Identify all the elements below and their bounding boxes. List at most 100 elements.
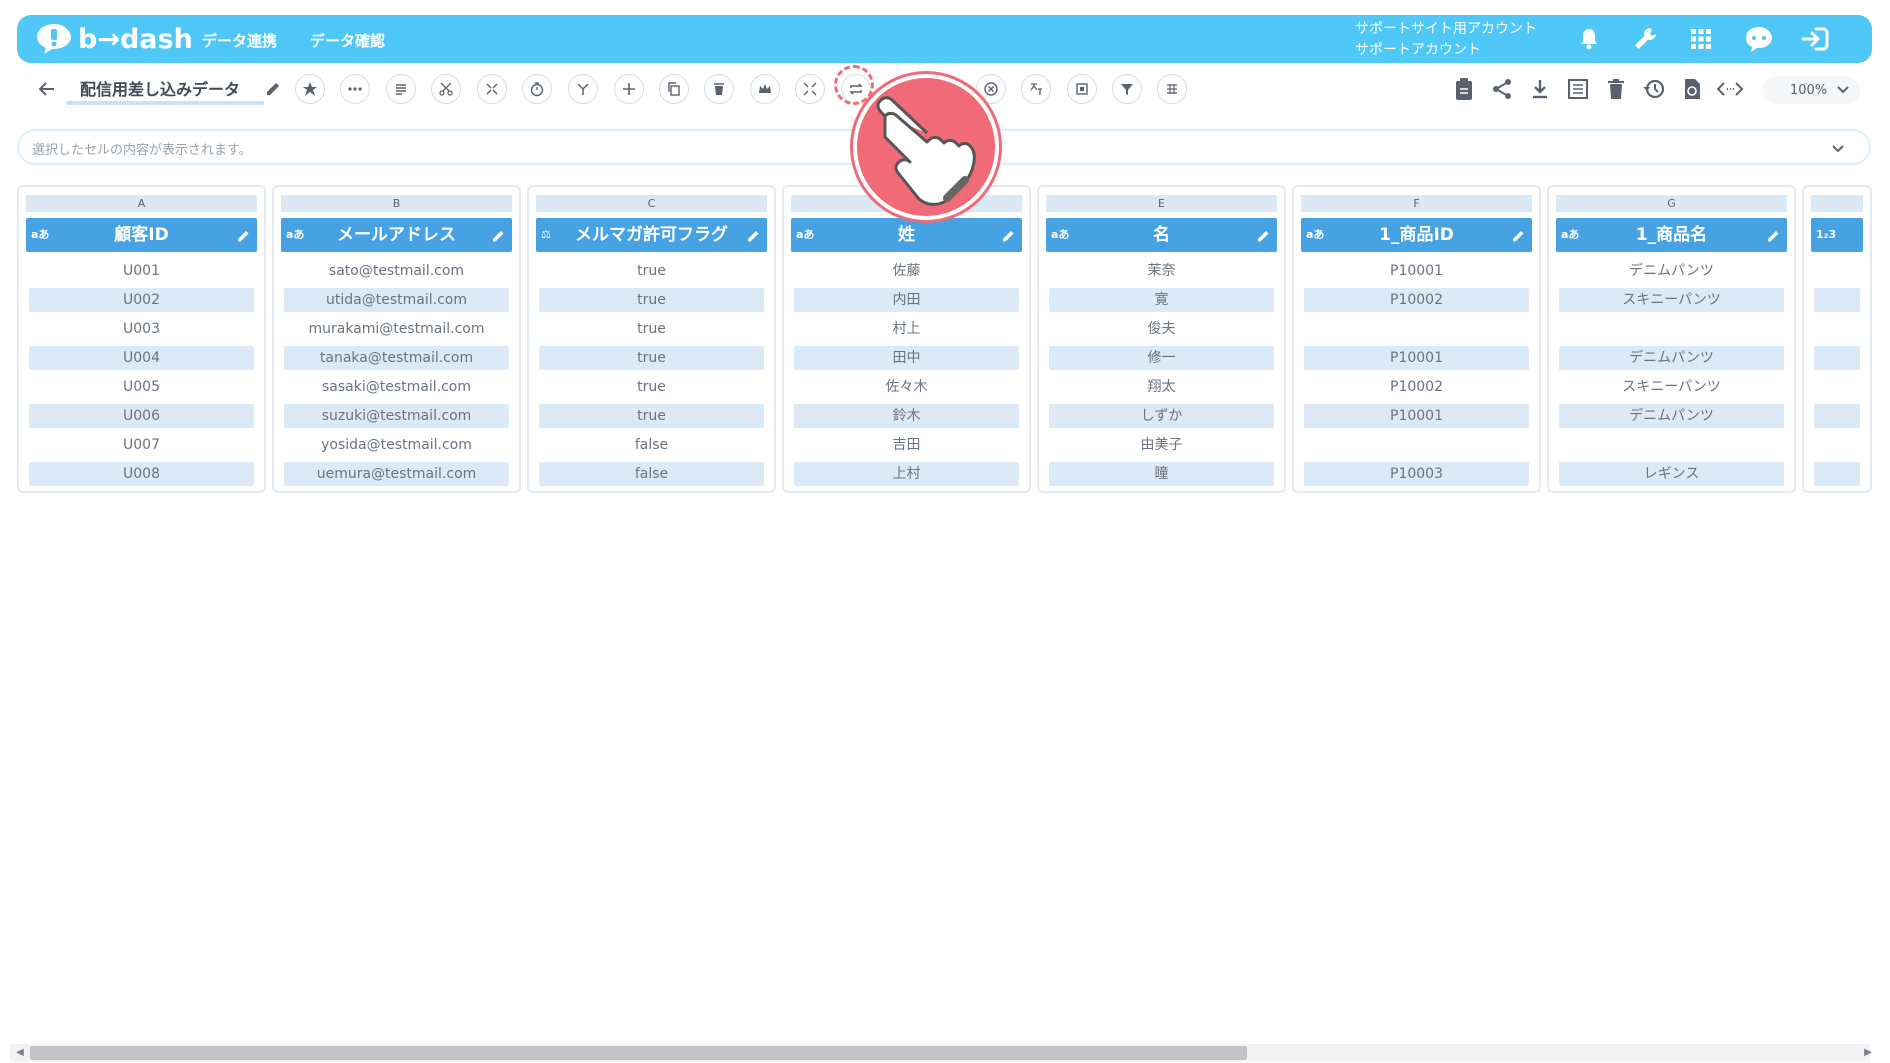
column-letter[interactable]: C xyxy=(536,195,767,212)
logout-icon[interactable] xyxy=(1798,22,1832,56)
table-cell[interactable]: P10001 xyxy=(1304,346,1529,370)
table-cell[interactable]: false xyxy=(539,462,764,486)
table-cell[interactable]: 田中 xyxy=(794,346,1019,370)
table-cell[interactable]: 上村 xyxy=(794,462,1019,486)
pencil-icon[interactable] xyxy=(746,227,762,243)
table-cell[interactable]: しずか xyxy=(1049,404,1274,428)
table-cell[interactable]: レギンス xyxy=(1559,462,1784,486)
table-cell[interactable]: U006 xyxy=(29,404,254,428)
table-cell[interactable]: true xyxy=(539,288,764,312)
table-cell[interactable] xyxy=(1814,288,1860,312)
column-letter[interactable]: E xyxy=(1046,195,1277,212)
more-icon[interactable] xyxy=(340,74,370,104)
table-cell[interactable]: yosida@testmail.com xyxy=(284,433,509,457)
pencil-icon[interactable] xyxy=(265,79,285,99)
pencil-icon[interactable] xyxy=(1001,227,1017,243)
table-cell[interactable] xyxy=(1559,433,1784,457)
column-header[interactable]: aあ メールアドレス xyxy=(281,218,512,252)
table-cell[interactable] xyxy=(1814,259,1860,283)
table-cell[interactable]: 修一 xyxy=(1049,346,1274,370)
nav-data-link[interactable]: データ連携 xyxy=(202,30,277,51)
history-icon[interactable] xyxy=(1640,75,1668,103)
page-title[interactable]: 配信用差し込みデータ xyxy=(80,76,240,100)
table-cell[interactable]: 吉田 xyxy=(794,433,1019,457)
table-cell[interactable]: U004 xyxy=(29,346,254,370)
table-cell[interactable]: 俊夫 xyxy=(1049,317,1274,341)
table-cell[interactable]: 由美子 xyxy=(1049,433,1274,457)
split-icon[interactable] xyxy=(568,74,598,104)
share-icon[interactable] xyxy=(1488,75,1516,103)
table-cell[interactable]: U001 xyxy=(29,259,254,283)
column-header[interactable]: ⚖ メルマガ許可フラグ xyxy=(536,218,767,252)
column-header[interactable]: aあ 1_商品ID xyxy=(1301,218,1532,252)
account-info[interactable]: サポートサイト用アカウント サポートアカウント xyxy=(1355,19,1537,61)
table-cell[interactable]: U008 xyxy=(29,462,254,486)
table-cell[interactable]: sasaki@testmail.com xyxy=(284,375,509,399)
translate-icon[interactable] xyxy=(1021,74,1051,104)
table-cell[interactable] xyxy=(1814,404,1860,428)
table-cell[interactable]: U005 xyxy=(29,375,254,399)
crown-icon[interactable] xyxy=(750,74,780,104)
table-cell[interactable]: スキニーパンツ xyxy=(1559,288,1784,312)
clipboard-icon[interactable] xyxy=(1450,75,1478,103)
table-cell[interactable]: 内田 xyxy=(794,288,1019,312)
table-cell[interactable] xyxy=(1814,317,1860,341)
table-cell[interactable] xyxy=(1814,433,1860,457)
table-cell[interactable]: suzuki@testmail.com xyxy=(284,404,509,428)
timer-icon[interactable] xyxy=(522,74,552,104)
table-cell[interactable]: デニムパンツ xyxy=(1559,404,1784,428)
table-cell[interactable]: true xyxy=(539,346,764,370)
table-cell[interactable]: true xyxy=(539,259,764,283)
chevron-down-icon[interactable] xyxy=(1829,139,1847,157)
table-cell[interactable]: utida@testmail.com xyxy=(284,288,509,312)
frame-icon[interactable] xyxy=(1067,74,1097,104)
nav-data-check[interactable]: データ確認 xyxy=(310,30,385,51)
table-cell[interactable]: 村上 xyxy=(794,317,1019,341)
pencil-icon[interactable] xyxy=(1511,227,1527,243)
column-header[interactable]: aあ 名 xyxy=(1046,218,1277,252)
group-icon[interactable] xyxy=(1157,74,1187,104)
expand-icon[interactable] xyxy=(795,74,825,104)
refresh-file-icon[interactable] xyxy=(1678,75,1706,103)
table-cell[interactable]: P10003 xyxy=(1304,462,1529,486)
table-cell[interactable]: true xyxy=(539,375,764,399)
table-cell[interactable]: 佐々木 xyxy=(794,375,1019,399)
table-cell[interactable] xyxy=(1559,317,1784,341)
column-header[interactable]: aあ 1_商品名 xyxy=(1556,218,1787,252)
merge-icon[interactable] xyxy=(477,74,507,104)
filter-icon[interactable] xyxy=(1112,74,1142,104)
table-cell[interactable] xyxy=(1814,462,1860,486)
table-cell[interactable]: 鈴木 xyxy=(794,404,1019,428)
table-cell[interactable]: tanaka@testmail.com xyxy=(284,346,509,370)
table-cell[interactable]: false xyxy=(539,433,764,457)
pencil-icon[interactable] xyxy=(491,227,507,243)
table-cell[interactable]: U007 xyxy=(29,433,254,457)
table-cell[interactable]: 翔太 xyxy=(1049,375,1274,399)
code-icon[interactable] xyxy=(1716,75,1744,103)
column-header[interactable]: aあ 姓 xyxy=(791,218,1022,252)
column-letter[interactable]: F xyxy=(1301,195,1532,212)
column-letter[interactable]: G xyxy=(1556,195,1787,212)
table-cell[interactable] xyxy=(1814,375,1860,399)
table-cell[interactable]: true xyxy=(539,317,764,341)
scroll-left-icon[interactable]: ◀ xyxy=(14,1047,26,1059)
wrench-icon[interactable] xyxy=(1628,22,1662,56)
table-cell[interactable]: P10001 xyxy=(1304,404,1529,428)
scroll-right-icon[interactable]: ▶ xyxy=(1862,1047,1874,1059)
chat-icon[interactable] xyxy=(1742,22,1776,56)
table-cell[interactable]: 茉奈 xyxy=(1049,259,1274,283)
grid-icon[interactable] xyxy=(1684,22,1718,56)
pencil-icon[interactable] xyxy=(1256,227,1272,243)
zoom-select[interactable]: 100% xyxy=(1762,76,1860,104)
list-view-icon[interactable] xyxy=(1564,75,1592,103)
delete-icon[interactable] xyxy=(1602,75,1630,103)
table-cell[interactable]: スキニーパンツ xyxy=(1559,375,1784,399)
table-cell[interactable]: デニムパンツ xyxy=(1559,259,1784,283)
table-cell[interactable]: P10002 xyxy=(1304,375,1529,399)
table-cell[interactable]: true xyxy=(539,404,764,428)
pencil-icon[interactable] xyxy=(236,227,252,243)
table-cell[interactable]: murakami@testmail.com xyxy=(284,317,509,341)
column-letter[interactable]: A xyxy=(26,195,257,212)
back-arrow-icon[interactable] xyxy=(36,78,58,100)
table-cell[interactable] xyxy=(1814,346,1860,370)
